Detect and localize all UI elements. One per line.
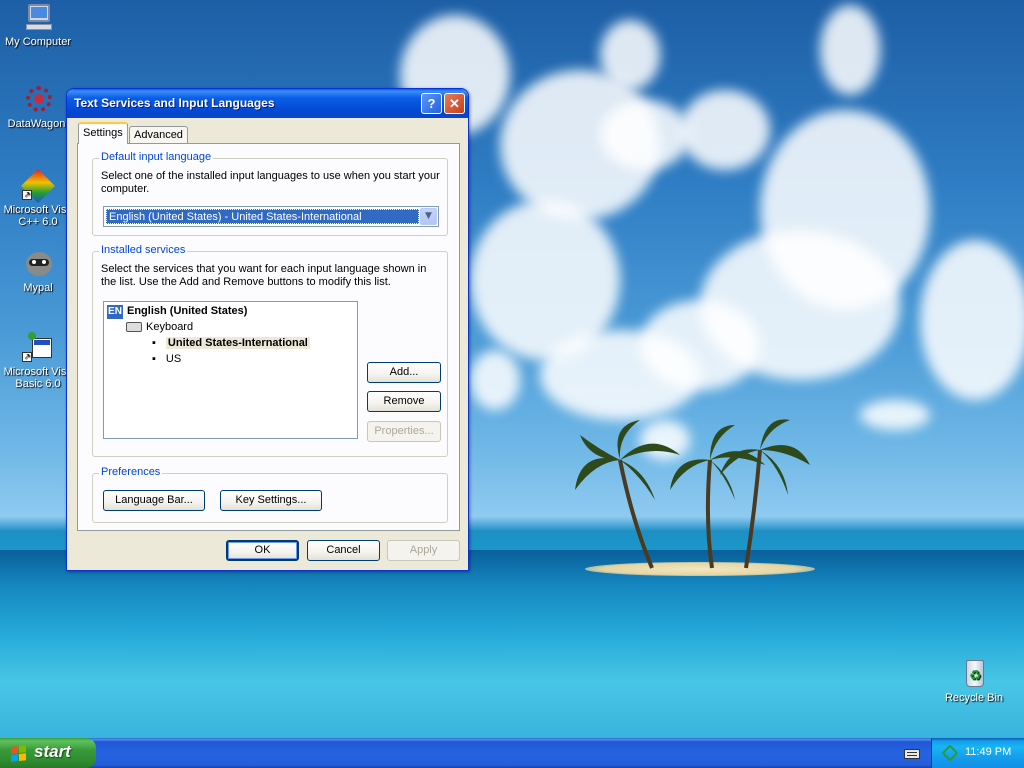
add-button[interactable]: Add... — [367, 362, 441, 383]
system-tray: 11:49 PM — [931, 738, 1024, 768]
desktop-icon-recycle-bin[interactable]: ♻ Recycle Bin — [936, 658, 1012, 704]
apply-button[interactable]: Apply — [387, 540, 460, 561]
desktop-icon-visual-cpp[interactable]: ↗ Microsoft Visu C++ 6.0 — [0, 169, 76, 228]
desktop-icon-label-line2: C++ 6.0 — [18, 216, 58, 228]
installed-services-legend: Installed services — [99, 244, 188, 256]
desktop-icon-label: Mypal — [23, 282, 53, 294]
settings-tab-panel: Default input language Select one of the… — [77, 143, 460, 531]
tab-settings[interactable]: Settings — [78, 122, 128, 144]
default-language-value: English (United States) - United States-… — [106, 209, 419, 224]
text-services-dialog: Text Services and Input Languages ? ✕ Se… — [66, 88, 469, 571]
sea — [0, 550, 1024, 738]
default-language-dropdown[interactable]: English (United States) - United States-… — [103, 206, 439, 227]
taskbar: start 11:49 PM — [0, 738, 1024, 768]
default-language-legend: Default input language — [99, 151, 214, 163]
desktop-icon-label: Microsoft Visu — [3, 366, 73, 378]
default-language-description: Select one of the installed input langua… — [101, 170, 440, 195]
default-language-group: Default input language Select one of the… — [92, 151, 448, 236]
help-button[interactable]: ? — [421, 93, 442, 114]
start-button[interactable]: start — [0, 738, 96, 768]
desktop-icon-label: Recycle Bin — [944, 692, 1004, 704]
preferences-legend: Preferences — [99, 466, 163, 478]
dialog-body: Settings Advanced Default input language… — [70, 118, 465, 568]
desktop-icon-datawagon[interactable]: DataWagon. — [0, 84, 76, 130]
desktop-icon-label: My Computer — [4, 36, 72, 48]
installed-services-group: Installed services Select the services t… — [92, 244, 448, 457]
dialog-title: Text Services and Input Languages — [74, 96, 275, 110]
key-settings-button[interactable]: Key Settings... — [220, 490, 322, 511]
visual-basic-icon: ↗ — [22, 332, 54, 364]
en-badge: EN — [107, 305, 123, 319]
keyboard-language-icon[interactable] — [904, 747, 920, 759]
bullet-icon: ▪ — [152, 353, 156, 365]
close-button[interactable]: ✕ — [444, 93, 465, 114]
datawagon-icon — [22, 84, 54, 116]
bullet-icon: ▪ — [152, 337, 156, 349]
windows-logo-icon — [11, 745, 27, 762]
desktop-icon-mypal[interactable]: Mypal — [0, 248, 76, 294]
tree-keyboard-label: Keyboard — [146, 321, 194, 333]
recycle-bin-icon: ♻ — [958, 658, 990, 690]
tree-item-label: United States-International — [165, 337, 310, 349]
title-bar[interactable]: Text Services and Input Languages ? ✕ — [67, 89, 468, 118]
tree-node-language[interactable]: EN English (United States) — [107, 304, 247, 319]
remove-button[interactable]: Remove — [367, 391, 441, 412]
ok-button[interactable]: OK — [226, 540, 299, 561]
desktop-icon-label: DataWagon. — [7, 118, 69, 130]
installed-services-tree[interactable]: EN English (United States) Keyboard ▪ Unit… — [103, 301, 358, 439]
start-label: start — [34, 742, 71, 761]
clock[interactable]: 11:49 PM — [965, 746, 1011, 758]
desktop-icon-visual-basic[interactable]: ↗ Microsoft Visu Basic 6.0 — [0, 332, 76, 390]
network-icon[interactable] — [941, 744, 959, 762]
tree-item-label: US — [165, 353, 182, 365]
computer-icon — [22, 2, 54, 34]
preferences-group: Preferences Language Bar... Key Settings… — [92, 466, 448, 523]
palm-trees-image — [575, 419, 810, 569]
desktop-icon-label-line2: Basic 6.0 — [15, 378, 61, 390]
chevron-down-icon[interactable]: ▼ — [420, 208, 437, 225]
cancel-button[interactable]: Cancel — [307, 540, 380, 561]
tree-language-label: English (United States) — [127, 305, 248, 317]
raccoon-icon — [22, 248, 54, 280]
language-bar-button[interactable]: Language Bar... — [103, 490, 205, 511]
installed-services-description: Select the services that you want for ea… — [101, 263, 427, 288]
desktop-icon-my-computer[interactable]: My Computer — [0, 2, 76, 48]
desktop-icon-label: Microsoft Visu — [3, 204, 73, 216]
tree-node-us[interactable]: ▪ US — [152, 352, 181, 366]
keyboard-icon — [126, 322, 142, 333]
visual-cpp-icon: ↗ — [21, 169, 55, 203]
tree-node-keyboard[interactable]: Keyboard — [126, 320, 193, 334]
properties-button[interactable]: Properties... — [367, 421, 441, 442]
tree-node-us-international[interactable]: ▪ United States-International — [152, 336, 310, 350]
